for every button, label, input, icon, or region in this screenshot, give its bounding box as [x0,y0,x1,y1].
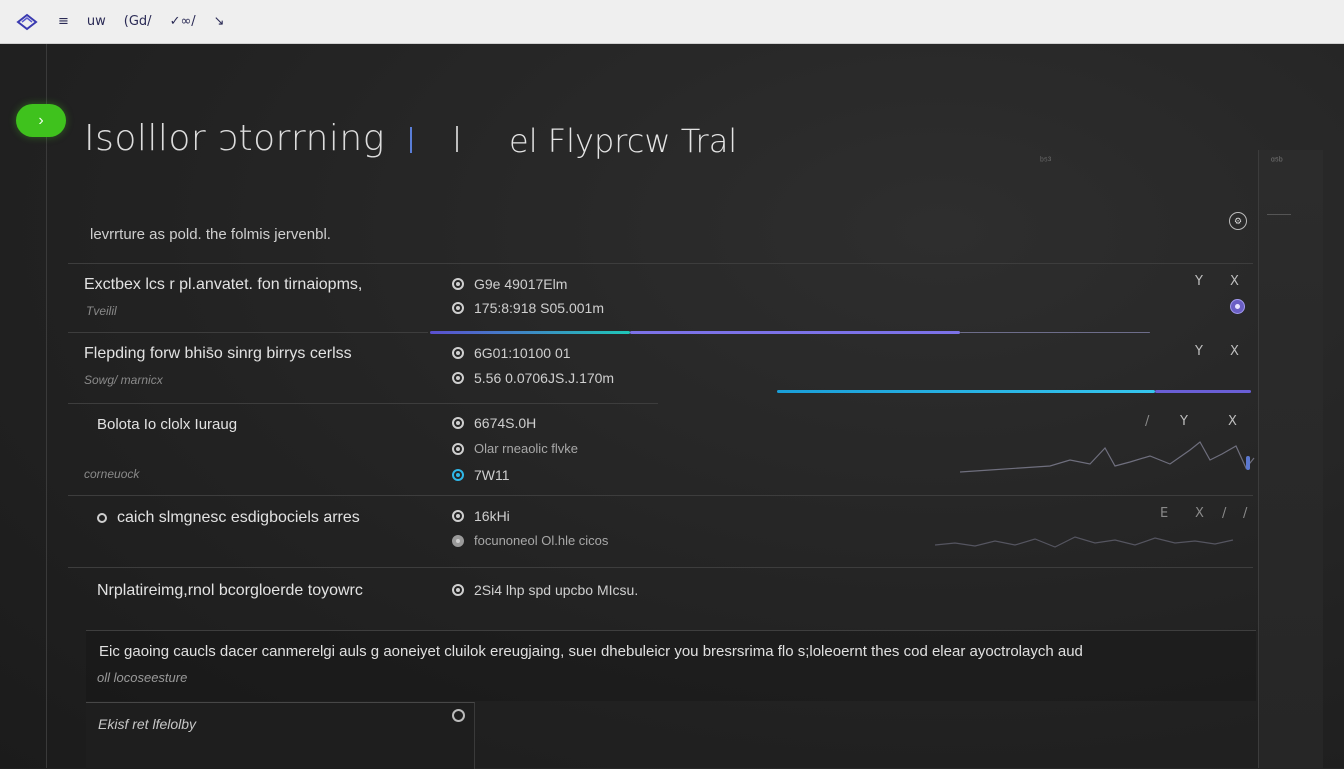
row-4-mark-4[interactable]: / [1243,506,1247,521]
toolbar-item-1[interactable]: ≡ [58,14,69,29]
side-panel-label: ᵅ⁵ᵇ [1271,156,1283,167]
row-2-spec-1-text: 6G01:10100 01 [474,345,571,361]
row-divider [68,263,1253,264]
clock-icon [452,302,464,314]
row-4-spec-2-text: focunoneol Ol.hle cicos [474,533,609,548]
clock-icon [452,347,464,359]
footer-clock-icon[interactable] [452,709,465,722]
row-5-spec-1: 2Si4 lhp spd upcbo MIcsu. [452,582,638,598]
radio-icon [97,512,107,523]
row-3-spec-1-text: 6674S.0H [474,415,537,431]
description-subtext: oll locoseesture [97,670,188,685]
right-side-panel: ᵅ⁵ᵇ [1258,150,1323,768]
page-title-secondary: el Flyprcw Tral [509,122,738,160]
row-4-mark-2[interactable]: X [1195,506,1204,521]
clock-icon [452,417,464,429]
row-2-spec-2-text: 5.56 0.0706JS.J.170m [474,370,615,386]
footer-label: Ekisf ret lfelolby [98,716,197,732]
row-4-title[interactable]: caich slmgnesc esdigbociels arres [97,509,360,527]
title-divider-gray [456,126,458,152]
row-3-spec-1: 6674S.0H [452,415,536,431]
row-3-title[interactable]: Bolota Io clolx Iuraug [97,416,237,433]
status-dot-icon [452,469,464,481]
row-1-progress-a [430,331,630,334]
row-3-spec-3: 7W11 [452,467,510,483]
toolbar-item-4[interactable]: ✓∞/ [170,14,196,29]
row-4-spec-1: 16kHi [452,508,510,524]
row-2-mark-2[interactable]: X [1230,344,1239,359]
row-1-mark-2[interactable]: X [1230,274,1239,289]
row-2-title[interactable]: Flepding forw bhis̄o sinrg birrys cerlss [84,345,352,363]
title-divider-blue [410,127,412,153]
row-1-title[interactable]: Exctbex lcs r pl.anvatet. fon tirnaiopms… [84,276,362,294]
diamond-logo-icon[interactable] [16,11,38,33]
top-toolbar: ≡ uw (Gd/ ✓∞/ ↘ [0,0,1344,44]
chevron-right-icon: › [38,111,44,129]
settings-glyph: ⚙ [1233,215,1243,226]
footer-input-box[interactable] [86,702,475,769]
row-1-spec-2: 175:8:918 S05.001m [452,300,604,316]
row-4-waveform [935,536,1234,548]
row-5-title[interactable]: Nrplatireimg,rnol bcorgloerde toyowrc [97,582,363,600]
row-3-spec-2-text: Olar rneaolic flvke [474,441,579,456]
row-divider [68,332,428,333]
row-3-waveform [960,441,1255,473]
row-1-toggle[interactable] [1230,299,1245,314]
row-2-progress-b [1155,390,1251,393]
row-divider [68,567,1253,568]
clock-icon [452,442,464,455]
row-1-spec-2-text: 175:8:918 S05.001m [474,300,604,316]
toolbar-item-3[interactable]: (Gd/ [124,14,152,29]
side-panel-divider [1267,214,1291,215]
clock-icon [452,278,464,290]
page-title: Isolllor ɔtorrning [84,118,385,159]
row-4-mark-1[interactable]: E [1160,506,1168,521]
row-4-spec-1-text: 16kHi [474,508,510,524]
settings-icon[interactable]: ⚙ [1229,212,1247,230]
row-4-mark-3[interactable]: / [1222,506,1226,521]
row-1-spec-1: G9e 49017Elm [452,276,567,292]
row-1-subtitle: Tveilil [86,304,117,318]
row-1-mark-1[interactable]: Y [1195,274,1203,289]
row-divider [68,403,658,404]
row-divider [68,495,1253,496]
row-2-mark-1[interactable]: Y [1195,344,1203,359]
row-1-progress-b [630,331,960,334]
row-2-spec-2: 5.56 0.0706JS.J.170m [452,370,614,386]
row-3-spec-3-text: 7W11 [474,467,510,483]
description-text: Eic gaoing caucls dacer canmerelgi auls … [99,643,1083,660]
row-5-spec-1-text: 2Si4 lhp spd upcbo MIcsu. [474,582,639,598]
clock-icon [452,584,464,596]
row-3-level-bar [1246,456,1250,470]
faint-header-label: ᵇ⁵³ [1040,156,1052,167]
row-2-progress-a [777,390,1155,393]
go-button[interactable]: › [16,104,66,137]
toolbar-item-2[interactable]: uw [87,14,106,29]
row-2-subtitle: Sowg/ marnicx [84,373,163,387]
clock-icon [452,372,464,384]
toolbar-item-5[interactable]: ↘ [214,14,225,29]
page-subtitle: levrrture as pold. the folmis jervenbl. [90,226,331,243]
description-card [86,630,1256,701]
clock-icon [452,510,464,522]
row-3-spec-2: Olar rneaolic flvke [452,441,578,456]
row-4-spec-2: focunoneol Ol.hle cicos [452,533,608,548]
row-1-spec-1-text: G9e 49017Elm [474,276,568,292]
row-1-progress-c [960,332,1150,333]
info-icon [452,534,464,547]
row-3-subtitle: corneuock [84,467,140,481]
row-2-spec-1: 6G01:10100 01 [452,345,571,361]
row-4-title-text: caich slmgnesc esdigbociels arres [117,509,360,526]
